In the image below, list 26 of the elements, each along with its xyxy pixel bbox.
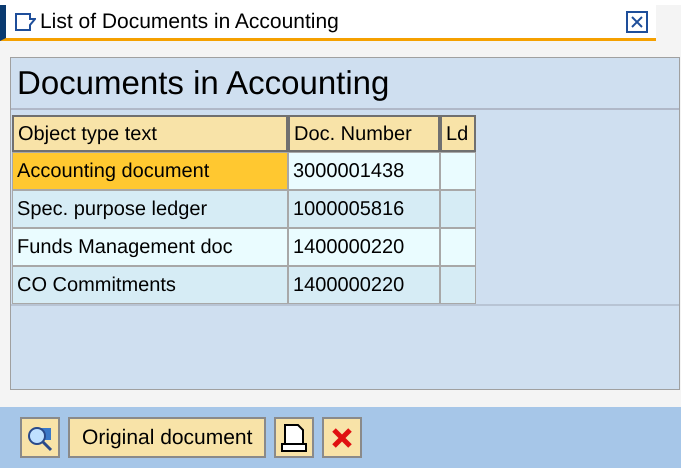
- close-icon: [330, 426, 354, 450]
- table-cell: [440, 266, 476, 304]
- table-cell: [440, 190, 476, 228]
- close-icon: [631, 16, 643, 28]
- print-button[interactable]: [274, 417, 314, 458]
- cancel-button[interactable]: [322, 417, 362, 458]
- table-cell: 3000001438: [288, 152, 440, 190]
- table-cell: CO Commitments: [12, 266, 288, 304]
- table-cell: 1400000220: [288, 266, 440, 304]
- table-cell: 1400000220: [288, 228, 440, 266]
- column-header[interactable]: Doc. Number: [288, 115, 440, 152]
- table-cell: [440, 152, 476, 190]
- window-title: List of Documents in Accounting: [40, 8, 339, 35]
- table-cell: 1000005816: [288, 190, 440, 228]
- column-header[interactable]: Ld: [440, 115, 476, 152]
- page-heading: Documents in Accounting: [11, 58, 679, 110]
- column-header[interactable]: Object type text: [12, 115, 288, 152]
- table-cell: Accounting document: [12, 152, 288, 190]
- close-button[interactable]: [626, 10, 648, 32]
- printer-icon: [280, 422, 308, 452]
- table-cell: Funds Management doc: [12, 228, 288, 266]
- find-button[interactable]: [20, 417, 60, 458]
- original-document-button[interactable]: Original document: [68, 417, 266, 458]
- table-cell: [440, 228, 476, 266]
- table-cell: Spec. purpose ledger: [12, 190, 288, 228]
- window-icon: [14, 12, 36, 32]
